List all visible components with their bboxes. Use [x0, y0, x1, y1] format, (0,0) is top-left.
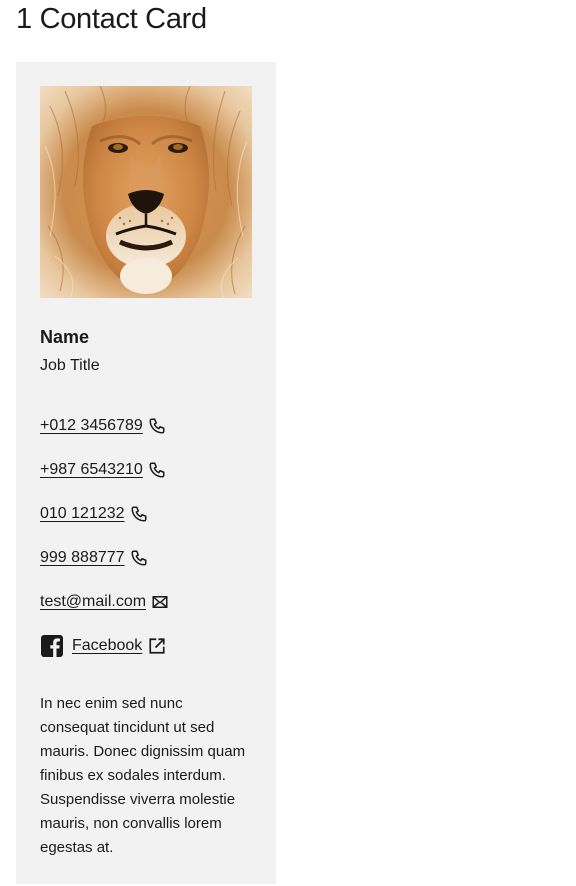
mail-icon	[151, 593, 169, 611]
phone-row: +012 3456789	[40, 414, 166, 438]
social-row: Facebook	[40, 634, 166, 658]
phone-icon	[148, 417, 166, 435]
contact-bio: In nec enim sed nunc consequat tincidunt…	[40, 695, 246, 856]
phone-link[interactable]: 999 888777	[40, 548, 125, 568]
facebook-link[interactable]: Facebook	[72, 636, 142, 656]
contact-card: Name Job Title +012 3456789 +987 6543210…	[16, 62, 276, 884]
phone-icon	[130, 549, 148, 567]
facebook-icon	[40, 634, 64, 658]
contact-name: Name	[40, 327, 90, 347]
phone-link[interactable]: +987 6543210	[40, 460, 143, 480]
external-link-icon	[148, 637, 166, 655]
phone-row: +987 6543210	[40, 458, 166, 482]
phone-icon	[148, 461, 166, 479]
contact-job-title: Job Title	[40, 357, 100, 374]
contact-photo	[40, 86, 252, 298]
phone-link[interactable]: 010 121232	[40, 504, 125, 524]
phone-row: 010 121232	[40, 502, 148, 526]
phone-icon	[130, 505, 148, 523]
phone-row: 999 888777	[40, 546, 148, 570]
email-link[interactable]: test@mail.com	[40, 592, 146, 612]
page-title: 1 Contact Card	[16, 3, 207, 35]
email-row: test@mail.com	[40, 590, 169, 614]
phone-link[interactable]: +012 3456789	[40, 416, 143, 436]
